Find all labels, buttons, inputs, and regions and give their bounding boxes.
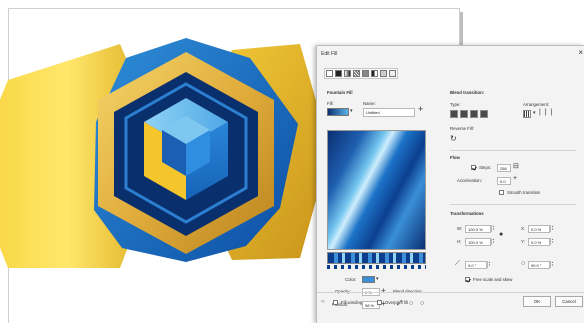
height-spinner[interactable]: ▴ ▾: [491, 238, 495, 245]
color-stop-markers[interactable]: [327, 265, 426, 269]
close-icon[interactable]: ×: [578, 48, 583, 57]
free-scale-label: Free scale and skew: [473, 277, 513, 282]
lock-icon[interactable]: ⊟: [513, 162, 519, 170]
arrangement-label: Arrangement:: [523, 102, 550, 107]
clockwise-icon[interactable]: ○: [409, 300, 413, 307]
conical-fill-icon[interactable]: [470, 110, 478, 118]
fill-winding-label: Fill winding: [341, 300, 363, 305]
postscript-fill-icon[interactable]: [389, 70, 396, 77]
dialog-title: Edit Fill: [321, 51, 338, 57]
smooth-transition-label: Smooth transition: [507, 190, 541, 195]
acceleration-input[interactable]: 0.0: [497, 177, 511, 185]
footer-divider: [317, 292, 584, 293]
divider: [450, 150, 576, 151]
divider: [450, 204, 576, 205]
fill-label: Fill:: [327, 101, 334, 106]
free-scale-checkbox[interactable]: [465, 277, 470, 282]
height-input[interactable]: 100.0 %: [465, 238, 491, 246]
color-label: Color:: [345, 277, 357, 282]
flow-heading: Flow: [450, 155, 460, 160]
overprint-fill-label: Overprint fill: [385, 300, 408, 305]
acceleration-label: Acceleration:: [457, 178, 482, 183]
two-color-pattern-icon[interactable]: [371, 70, 378, 77]
counterclockwise-icon[interactable]: ○: [420, 300, 424, 307]
reverse-fill-label: Reverse Fill:: [450, 126, 474, 131]
rectangular-fill-icon[interactable]: [480, 110, 488, 118]
node-color-swatch[interactable]: [362, 276, 375, 283]
skew-input[interactable]: 0.0 °: [465, 261, 487, 269]
add-preset-icon[interactable]: +: [418, 104, 423, 114]
color-ramp[interactable]: [327, 252, 426, 264]
y-spinner[interactable]: ▴ ▾: [550, 238, 554, 245]
steps-label: Steps:: [479, 165, 492, 170]
blend-transition-heading: Blend transition:: [450, 90, 485, 95]
chevron-down-icon[interactable]: ▾: [376, 276, 379, 282]
bitmap-pattern-icon[interactable]: [362, 70, 369, 77]
fill-winding-info-icon: ○: [321, 299, 325, 305]
vector-pattern-icon[interactable]: [353, 70, 360, 77]
lock-ratio-icon[interactable]: ●: [499, 231, 503, 238]
height-label: H:: [457, 239, 462, 244]
skew-icon: ⟋: [455, 260, 460, 267]
default-arrangement-icon[interactable]: [523, 110, 531, 118]
type-label: Type:: [450, 102, 461, 107]
chevron-down-icon[interactable]: ▾: [350, 108, 353, 114]
reverse-fill-icon[interactable]: ↻: [450, 134, 457, 143]
steps-checkbox[interactable]: [471, 165, 476, 170]
gradient-preview[interactable]: [327, 130, 426, 250]
rotate-input[interactable]: 90.0 °: [528, 261, 550, 269]
overprint-fill-checkbox[interactable]: [377, 300, 382, 305]
opacity-slider-icon[interactable]: +: [381, 286, 386, 295]
smooth-transition-checkbox[interactable]: [499, 190, 504, 195]
width-input[interactable]: 100.0 %: [465, 225, 491, 233]
width-spinner[interactable]: ▴ ▾: [491, 225, 495, 232]
width-label: W:: [457, 226, 463, 231]
y-label: Y:: [521, 239, 525, 244]
skew-spinner[interactable]: ▴ ▾: [487, 261, 491, 268]
fill-type-toolbar: [324, 68, 398, 79]
fountain-fill-icon[interactable]: [344, 70, 351, 77]
fountain-fill-heading: Fountain Fill: [327, 90, 353, 95]
rotate-spinner[interactable]: ▴ ▾: [550, 261, 554, 268]
transformations-heading: Transformations: [450, 211, 484, 216]
ok-button[interactable]: OK: [523, 296, 551, 307]
name-label: Name:: [363, 101, 376, 106]
x-spinner[interactable]: ▴ ▾: [550, 225, 554, 232]
x-input[interactable]: 0.0 %: [528, 225, 550, 233]
arrangement-options-icon[interactable]: ▾: [533, 110, 536, 116]
no-fill-icon[interactable]: [326, 70, 333, 77]
linear-fill-icon[interactable]: [450, 110, 458, 118]
edit-fill-dialog: Edit Fill × Fountain Fill Fill: ▾ Name: …: [316, 45, 584, 323]
elliptical-fill-icon[interactable]: [460, 110, 468, 118]
x-label: X:: [521, 226, 526, 231]
acceleration-slider-icon[interactable]: +: [513, 175, 517, 182]
fill-picker-swatch[interactable]: [327, 108, 349, 116]
rotate-icon: ○: [521, 260, 526, 267]
steps-input[interactable]: 256: [497, 164, 511, 172]
name-input[interactable]: Untitled: [363, 108, 415, 117]
uniform-fill-icon[interactable]: [335, 70, 342, 77]
cancel-button[interactable]: Cancel: [555, 296, 583, 307]
y-input[interactable]: 0.0 %: [528, 238, 550, 246]
fill-winding-checkbox[interactable]: [333, 300, 338, 305]
texture-fill-icon[interactable]: [380, 70, 387, 77]
repeat-mirror-icon[interactable]: | | |: [539, 109, 553, 116]
